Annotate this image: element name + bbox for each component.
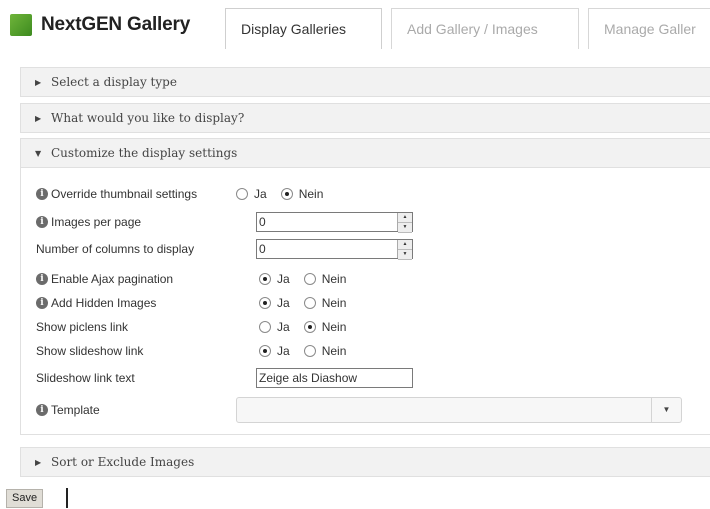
triangle-right-icon: ▶ xyxy=(35,457,42,467)
hidden-images-label: i Add Hidden Images xyxy=(36,293,156,313)
slideshow-text-label: Slideshow link text xyxy=(36,368,135,388)
logo-text: NextGEN Gallery xyxy=(41,14,191,35)
label-text: Override thumbnail settings xyxy=(51,187,198,201)
section-customize-display-settings[interactable]: ▼ Customize the display settings xyxy=(20,138,710,168)
stepper-up-icon[interactable]: ▲ xyxy=(398,213,412,223)
tab-display-galleries[interactable]: Display Galleries xyxy=(225,8,382,49)
stepper-value[interactable]: 0 xyxy=(257,240,397,258)
info-icon: i xyxy=(36,216,48,228)
template-select[interactable]: ▼ xyxy=(236,397,682,423)
radio-label: Ja xyxy=(277,320,290,334)
label-text: Enable Ajax pagination xyxy=(51,272,174,286)
section-label: Select a display type xyxy=(51,75,177,89)
info-icon: i xyxy=(36,188,48,200)
radio-label: Ja xyxy=(277,296,290,310)
triangle-down-icon: ▼ xyxy=(35,148,42,158)
logo: NextGEN Gallery xyxy=(10,14,190,36)
label-text: Images per page xyxy=(51,215,142,229)
text-cursor xyxy=(66,488,68,508)
label-text: Slideshow link text xyxy=(36,371,135,385)
slideshow-nein-radio[interactable] xyxy=(303,345,316,357)
piclens-nein-radio[interactable] xyxy=(303,321,316,333)
section-what-to-display[interactable]: ▶ What would you like to display? xyxy=(20,103,710,133)
tab-label: Add Gallery / Images xyxy=(407,21,538,37)
label-text: Add Hidden Images xyxy=(51,296,157,310)
stepper-value[interactable]: 0 xyxy=(257,213,397,231)
section-label: Customize the display settings xyxy=(51,146,238,160)
images-per-page-label: i Images per page xyxy=(36,212,141,232)
section-select-display-type[interactable]: ▶ Select a display type xyxy=(20,67,710,97)
triangle-right-icon: ▶ xyxy=(35,77,42,87)
stepper-down-icon[interactable]: ▼ xyxy=(398,223,412,233)
radio-label: Nein xyxy=(321,344,347,358)
slideshow-text-field[interactable]: Zeige als Diashow xyxy=(256,368,413,388)
num-columns-label: Number of columns to display xyxy=(36,239,194,259)
info-icon: i xyxy=(36,404,48,416)
label-text: Show piclens link xyxy=(36,320,129,334)
save-button[interactable]: Save xyxy=(6,489,44,508)
stepper-down-icon[interactable]: ▼ xyxy=(398,250,412,260)
override-nein-radio[interactable] xyxy=(280,188,293,200)
section-sort-exclude-images[interactable]: ▶ Sort or Exclude Images xyxy=(20,447,710,477)
ajax-nein-radio[interactable] xyxy=(303,273,316,285)
radio-label: Nein xyxy=(321,320,347,334)
piclens-ja-radio[interactable] xyxy=(259,321,271,333)
override-ja-radio[interactable] xyxy=(236,188,248,200)
tab-label: Manage Galler xyxy=(604,21,696,37)
ajax-pagination-label: i Enable Ajax pagination xyxy=(36,269,173,289)
top-bar: NextGEN Gallery Display Galleries Add Ga… xyxy=(0,0,710,49)
tab-manage-galleries[interactable]: Manage Galler xyxy=(588,8,710,49)
override-thumbnail-label: i Override thumbnail settings xyxy=(36,184,197,204)
images-per-page-stepper[interactable]: 0 ▲ ▼ xyxy=(256,212,413,233)
info-icon: i xyxy=(36,273,48,285)
override-thumbnail-radios: Ja Nein xyxy=(236,184,337,204)
num-columns-stepper[interactable]: 0 ▲ ▼ xyxy=(256,239,413,260)
radio-label: Nein xyxy=(321,272,347,286)
radio-label: Ja xyxy=(277,344,290,358)
hidden-ja-radio[interactable] xyxy=(259,297,271,309)
radio-label: Ja xyxy=(277,272,290,286)
label-text: Number of columns to display xyxy=(36,242,195,256)
radio-label: Nein xyxy=(298,187,324,201)
label-text: Show slideshow link xyxy=(36,344,144,358)
template-label: i Template xyxy=(36,400,100,420)
radio-label: Nein xyxy=(321,296,347,310)
ajax-pagination-radios: Ja Nein xyxy=(259,269,360,289)
triangle-right-icon: ▶ xyxy=(35,113,42,123)
ajax-ja-radio[interactable] xyxy=(259,273,271,285)
hidden-nein-radio[interactable] xyxy=(303,297,316,309)
slideshow-text-input[interactable]: Zeige als Diashow xyxy=(256,368,413,388)
piclens-link-radios: Ja Nein xyxy=(259,317,360,337)
tab-label: Display Galleries xyxy=(241,21,347,37)
hidden-images-radios: Ja Nein xyxy=(259,293,360,313)
slideshow-ja-radio[interactable] xyxy=(259,345,271,357)
section-label: Sort or Exclude Images xyxy=(51,455,195,469)
logo-icon xyxy=(10,14,32,36)
radio-label: Ja xyxy=(254,187,267,201)
slideshow-link-radios: Ja Nein xyxy=(259,341,360,361)
section-label: What would you like to display? xyxy=(51,111,245,125)
piclens-link-label: Show piclens link xyxy=(36,317,128,337)
info-icon: i xyxy=(36,297,48,309)
tab-add-gallery-images[interactable]: Add Gallery / Images xyxy=(391,8,579,49)
chevron-down-icon[interactable]: ▼ xyxy=(651,398,681,422)
slideshow-link-label: Show slideshow link xyxy=(36,341,143,361)
stepper-up-icon[interactable]: ▲ xyxy=(398,240,412,250)
label-text: Template xyxy=(51,403,100,417)
